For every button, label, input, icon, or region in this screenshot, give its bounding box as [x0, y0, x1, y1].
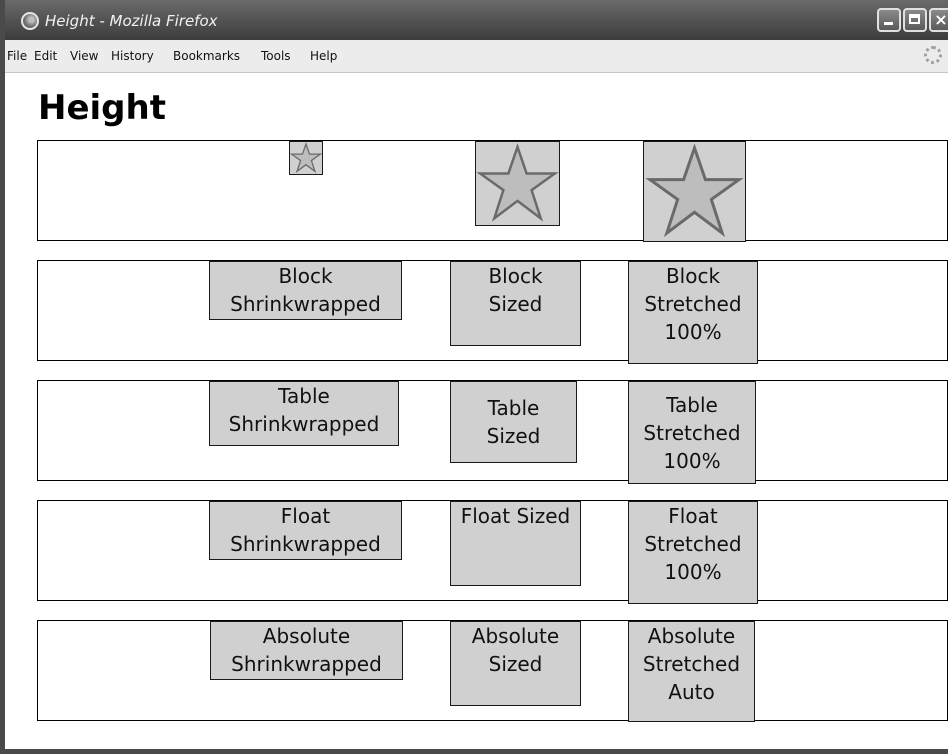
- maximize-button[interactable]: [903, 8, 927, 32]
- window-bottom-border: [5, 749, 948, 754]
- close-button[interactable]: ×: [929, 8, 948, 32]
- absolute-stretched: Absolute Stretched Auto: [628, 621, 755, 722]
- image-row: [37, 140, 948, 242]
- table-shrinkwrapped: Table Shrinkwrapped: [209, 381, 399, 446]
- menu-edit[interactable]: Edit: [34, 49, 57, 63]
- page-title: Height: [38, 88, 166, 128]
- absolute-sized: Absolute Sized: [450, 621, 581, 706]
- star-icon: [289, 141, 323, 175]
- throbber-icon: [924, 46, 942, 64]
- block-sized: Block Sized: [450, 261, 581, 346]
- float-stretched: Float Stretched 100%: [628, 501, 758, 604]
- page-content: Height Block Shrinkwrapped Block Sized Blo…: [5, 73, 948, 749]
- table-row: Table Shrinkwrapped Table Sized Table Stret…: [37, 380, 948, 484]
- absolute-shrinkwrapped: Absolute Shrinkwrapped: [210, 621, 403, 680]
- star-icon: [643, 141, 746, 242]
- firefox-icon: [21, 12, 39, 30]
- menu-tools[interactable]: Tools: [261, 49, 291, 63]
- menu-help[interactable]: Help: [310, 49, 337, 63]
- float-row: Float Shrinkwrapped Float Sized Float Stre…: [37, 500, 948, 604]
- block-row: Block Shrinkwrapped Block Sized Block Stret…: [37, 260, 948, 364]
- table-stretched: Table Stretched 100%: [628, 381, 756, 484]
- menu-bar: File Edit View History Bookmarks Tools H…: [5, 40, 948, 73]
- float-sized: Float Sized: [450, 501, 581, 586]
- star-icon: [475, 141, 560, 226]
- menu-history[interactable]: History: [111, 49, 154, 63]
- block-shrinkwrapped: Block Shrinkwrapped: [209, 261, 402, 320]
- menu-file[interactable]: File: [7, 49, 27, 63]
- menu-bookmarks[interactable]: Bookmarks: [173, 49, 240, 63]
- minimize-button[interactable]: [877, 8, 901, 32]
- window-title: Height - Mozilla Firefox: [45, 12, 218, 30]
- table-sized: Table Sized: [450, 381, 577, 463]
- block-stretched: Block Stretched 100%: [628, 261, 758, 364]
- title-bar: Height - Mozilla Firefox ×: [5, 0, 948, 40]
- absolute-row: Absolute Shrinkwrapped Absolute Sized Abso…: [37, 620, 948, 722]
- menu-view[interactable]: View: [70, 49, 98, 63]
- float-shrinkwrapped: Float Shrinkwrapped: [209, 501, 402, 560]
